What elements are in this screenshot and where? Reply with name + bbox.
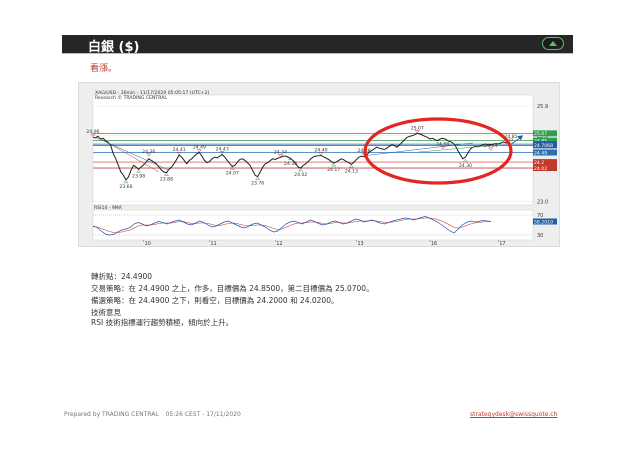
price-chart: XAG/USD - 30min - 11/17/2020 05:05:17 (U… — [78, 82, 560, 247]
title-bar: 白銀 ($) — [62, 35, 573, 55]
chart-info-line2: Research © TRADING CENTRAL — [95, 94, 167, 101]
x-tick-label: 17 — [499, 241, 505, 246]
x-tick-label: 11 — [211, 241, 217, 246]
x-tick-label: 10 — [145, 241, 151, 246]
level-label: 24.49 — [534, 150, 547, 156]
market-view: 看漲。 — [90, 64, 118, 74]
price-point-label: 23.66 — [119, 184, 132, 190]
price-y-tick-label: 25.9 — [537, 104, 548, 110]
pivot-text: 轉折點：24.4900 — [91, 272, 153, 281]
x-tick-label: 13 — [357, 241, 363, 246]
report-time: 05:26 CEST - 17/11/2020 — [165, 411, 241, 418]
rsi-title: RSI14 - 9MA — [94, 205, 123, 211]
price-point-label: 24.02 — [294, 172, 307, 178]
footer-info: Prepared by TRADING CENTRAL 05:26 CEST -… — [64, 411, 246, 418]
rsi-y-tick-label: 70 — [537, 213, 543, 219]
x-tick-label: 16 — [431, 241, 437, 246]
price-point-label: 24.30 — [459, 163, 472, 169]
chevron-up-icon[interactable] — [542, 37, 564, 50]
level-label: 24.7068 — [534, 143, 553, 149]
strategy-text: 交易策略：在 24.4900 之上，作多，目標價為 24.8500，第二目標價為… — [91, 284, 374, 293]
price-y-tick-label: 23.0 — [537, 200, 548, 206]
rsi-value-label: 58.2010 — [534, 219, 553, 225]
price-plot-area — [92, 94, 534, 206]
x-tick-label: 12 — [276, 241, 282, 246]
level-label: 25.07 — [534, 131, 547, 137]
price-chart-svg: XAG/USD - 30min - 11/17/2020 05:05:17 (U… — [86, 90, 557, 246]
alternative-text: 備選策略：在 24.4900 之下，則看空，目標價為 24.2000 和 24.… — [91, 296, 339, 305]
comment-text: RSI 技術指標運行趨勢積極，傾向於上升。 — [91, 318, 234, 327]
rsi-y-tick-label: 30 — [537, 233, 543, 239]
page-title: 白銀 ($) — [88, 40, 140, 55]
prepared-by: Prepared by TRADING CENTRAL — [64, 411, 159, 418]
contact-email-link[interactable]: strategydesk@swissquote.ch — [470, 411, 557, 418]
level-label: 24.02 — [534, 166, 547, 172]
price-point-label: 23.88 — [160, 177, 173, 183]
price-point-label: 23.76 — [251, 181, 264, 187]
price-point-label: 23.98 — [132, 173, 145, 179]
level-label: 24.2 — [534, 160, 544, 166]
price-point-label: 24.17 — [327, 167, 340, 173]
price-point-label: 24.07 — [226, 170, 239, 176]
price-point-label: 24.13 — [345, 168, 358, 174]
price-point-label: 24.36 — [284, 161, 297, 167]
comment-title: 技術意見 — [91, 308, 121, 317]
